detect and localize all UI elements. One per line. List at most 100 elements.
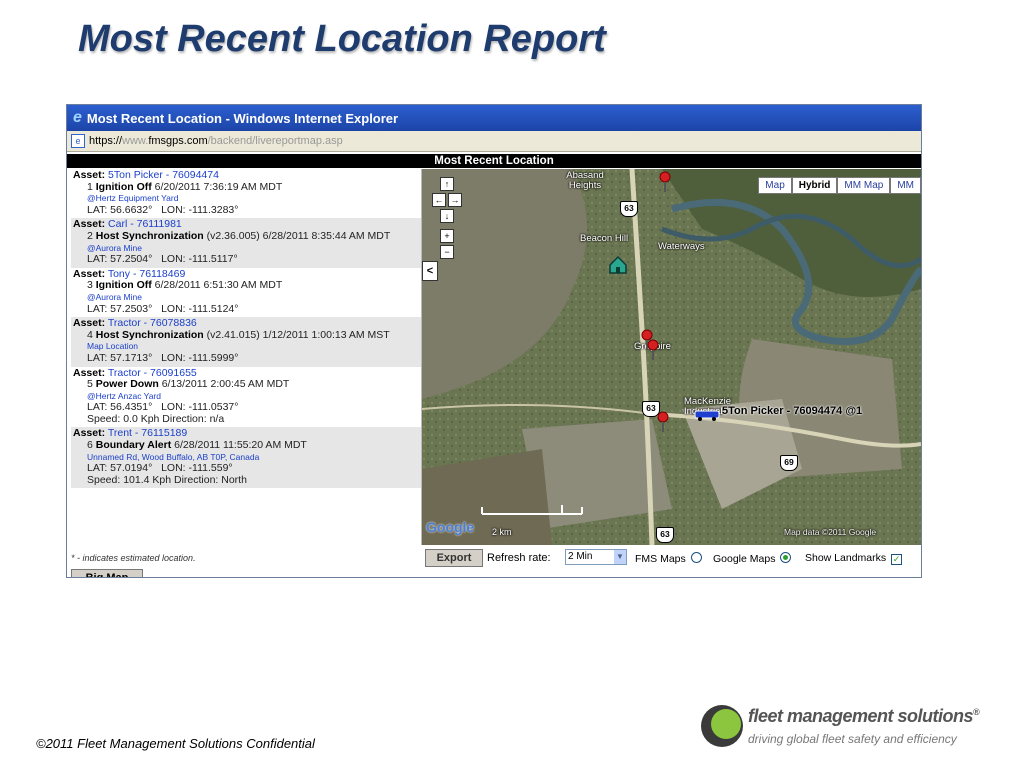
coordinates: LAT: 57.2504° LON: -111.5117° bbox=[73, 253, 419, 266]
window-title: Most Recent Location - Windows Internet … bbox=[86, 110, 399, 126]
lon-value: -111.5117° bbox=[188, 253, 238, 266]
vehicle-icon[interactable] bbox=[694, 409, 720, 421]
map-view[interactable]: Map Hybrid MM Map MM ↑ ← → ↓ + − < Abasa… bbox=[422, 169, 921, 545]
asset-entry: Asset: Tractor - 76078836 4 Host Synchron… bbox=[71, 317, 421, 367]
event-detail: 6/20/2011 7:36:19 AM MDT bbox=[154, 180, 283, 193]
event-type: Boundary Alert bbox=[95, 439, 172, 452]
address-bar[interactable]: e https://www. fmsgps.com/backend/liverep… bbox=[67, 131, 921, 152]
lon-label: LON: bbox=[161, 462, 186, 475]
zoom-in-icon[interactable]: + bbox=[440, 229, 454, 243]
asset-entry: Asset: Trent - 76115189 6 Boundary Alert … bbox=[71, 427, 421, 489]
event-line: 6 Boundary Alert 6/28/2011 11:55:20 AM M… bbox=[73, 439, 419, 452]
pan-up-icon[interactable]: ↑ bbox=[440, 177, 454, 191]
refresh-rate-label: Refresh rate: bbox=[487, 552, 551, 564]
google-maps-option[interactable]: Google Maps bbox=[713, 552, 792, 565]
event-line: 2 Host Synchronization (v2.36.005) 6/28/… bbox=[73, 229, 419, 243]
map-type-mm[interactable]: MM bbox=[890, 177, 921, 194]
map-type-hybrid[interactable]: Hybrid bbox=[791, 177, 838, 194]
show-landmarks-option[interactable]: Show Landmarks ✓ bbox=[805, 552, 903, 565]
asset-label: Asset: bbox=[73, 267, 106, 280]
fms-maps-label: FMS Maps bbox=[635, 553, 686, 565]
window-titlebar[interactable]: e Most Recent Location - Windows Interne… bbox=[67, 105, 921, 131]
collapse-panel-icon[interactable]: < bbox=[422, 261, 438, 281]
speed-direction: Speed: 0.0 Kph Direction: n/a bbox=[87, 412, 225, 425]
map-type-mm-map[interactable]: MM Map bbox=[837, 177, 891, 194]
asset-list: Asset: 5Ton Picker - 76094474 1 Ignition … bbox=[71, 169, 422, 545]
map-type-buttons: Map Hybrid MM Map MM bbox=[758, 177, 921, 194]
lat-value: 57.2504° bbox=[110, 253, 153, 266]
map-type-map[interactable]: Map bbox=[758, 177, 792, 194]
lon-value: -111.0537° bbox=[188, 401, 239, 414]
lat-value: 57.0194° bbox=[110, 462, 153, 475]
pan-left-icon[interactable]: ← bbox=[432, 193, 446, 207]
app-content: Asset: 5Ton Picker - 76094474 1 Ignition … bbox=[67, 169, 921, 577]
asset-link[interactable]: Trent - 76115189 bbox=[108, 427, 187, 440]
google-maps-radio[interactable] bbox=[780, 552, 792, 563]
url-domain: fmsgps.com bbox=[148, 135, 208, 147]
highway-shield: 63 bbox=[656, 527, 674, 543]
vehicle-label[interactable]: 5Ton Picker - 76094474 @1 bbox=[722, 405, 862, 417]
lon-label: LON: bbox=[161, 253, 186, 266]
asset-link[interactable]: Carl - 76111981 bbox=[108, 218, 182, 231]
asset-label: Asset: bbox=[73, 366, 106, 379]
event-detail: (v2.41.015) 1/12/2011 1:00:13 AM MST bbox=[206, 328, 390, 341]
lon-label: LON: bbox=[161, 351, 186, 364]
map-attribution: Map data ©2011 Google bbox=[784, 527, 877, 537]
event-detail: (v2.36.005) 6/28/2011 8:35:44 AM MDT bbox=[206, 229, 391, 242]
home-landmark-icon[interactable] bbox=[608, 255, 628, 275]
map-label-beacon-hill: Beacon Hill bbox=[580, 233, 629, 244]
event-number: 2 bbox=[87, 229, 93, 242]
show-landmarks-checkbox[interactable]: ✓ bbox=[891, 554, 903, 565]
lon-label: LON: bbox=[161, 302, 186, 315]
copyright-text: ©2011 Fleet Management Solutions Confide… bbox=[36, 736, 315, 751]
show-landmarks-label: Show Landmarks bbox=[805, 552, 887, 564]
asset-label: Asset: bbox=[73, 218, 106, 231]
asset-link[interactable]: Tony - 76118469 bbox=[108, 268, 185, 280]
big-map-button[interactable]: Big Map bbox=[71, 569, 143, 577]
map-label-waterways: Waterways bbox=[658, 241, 705, 252]
satellite-imagery bbox=[422, 169, 921, 545]
logo-registered-mark: ® bbox=[973, 707, 980, 717]
lat-label: LAT: bbox=[87, 253, 108, 266]
lat-label: LAT: bbox=[87, 401, 108, 414]
coordinates: LAT: 57.1713° LON: -111.5999° bbox=[73, 351, 419, 365]
event-detail: 6/28/2011 6:51:30 AM MDT bbox=[154, 279, 283, 292]
refresh-rate-value: 2 Min bbox=[568, 551, 593, 562]
google-logo: Google bbox=[426, 519, 475, 535]
speed-direction: Speed: 101.4 Kph Direction: North bbox=[87, 473, 247, 486]
lat-value: 56.4351° bbox=[110, 401, 153, 414]
ie-icon: e bbox=[73, 109, 82, 126]
lat-value: 57.1713° bbox=[110, 351, 153, 364]
asset-link[interactable]: 5Ton Picker - 76094474 bbox=[108, 169, 219, 181]
location-pin-icon[interactable] bbox=[656, 411, 670, 433]
event-number: 4 bbox=[87, 328, 93, 341]
event-number: 5 bbox=[87, 378, 93, 391]
pan-down-icon[interactable]: ↓ bbox=[440, 209, 454, 223]
pan-right-icon[interactable]: → bbox=[448, 193, 462, 207]
refresh-rate-select[interactable]: 2 Min ▼ bbox=[565, 549, 627, 565]
asset-link[interactable]: Tractor - 76078836 bbox=[108, 317, 197, 329]
event-line: 3 Ignition Off 6/28/2011 6:51:30 AM MDT bbox=[73, 280, 419, 292]
asset-entry: Asset: Tony - 76118469 3 Ignition Off 6/2… bbox=[71, 268, 421, 317]
location-pin-icon[interactable] bbox=[658, 171, 672, 193]
asset-entry: Asset: Carl - 76111981 2 Host Synchroniza… bbox=[71, 218, 421, 268]
map-scale-label: 2 km bbox=[492, 527, 512, 537]
logo-circle-icon bbox=[701, 705, 743, 747]
event-number: 6 bbox=[87, 439, 93, 452]
zoom-out-icon[interactable]: − bbox=[440, 245, 454, 259]
lon-value: -111.559° bbox=[188, 462, 233, 475]
asset-entry: Asset: 5Ton Picker - 76094474 1 Ignition … bbox=[71, 169, 421, 218]
url-host: www. bbox=[122, 135, 149, 147]
fms-maps-radio[interactable] bbox=[690, 552, 702, 563]
event-number: 1 bbox=[87, 180, 93, 193]
location-pin-icon[interactable] bbox=[646, 339, 660, 361]
event-detail: 6/28/2011 11:55:20 AM MDT bbox=[174, 439, 307, 452]
asset-link[interactable]: Tractor - 76091655 bbox=[108, 367, 197, 379]
asset-label: Asset: bbox=[73, 317, 106, 330]
asset-label: Asset: bbox=[73, 169, 106, 181]
fms-maps-option[interactable]: FMS Maps bbox=[635, 552, 702, 565]
browser-window: e Most Recent Location - Windows Interne… bbox=[66, 104, 922, 578]
logo-name-text: fleet management solutions bbox=[748, 706, 974, 726]
export-button[interactable]: Export bbox=[425, 549, 483, 567]
logo-tagline: driving global fleet safety and efficien… bbox=[748, 732, 957, 746]
